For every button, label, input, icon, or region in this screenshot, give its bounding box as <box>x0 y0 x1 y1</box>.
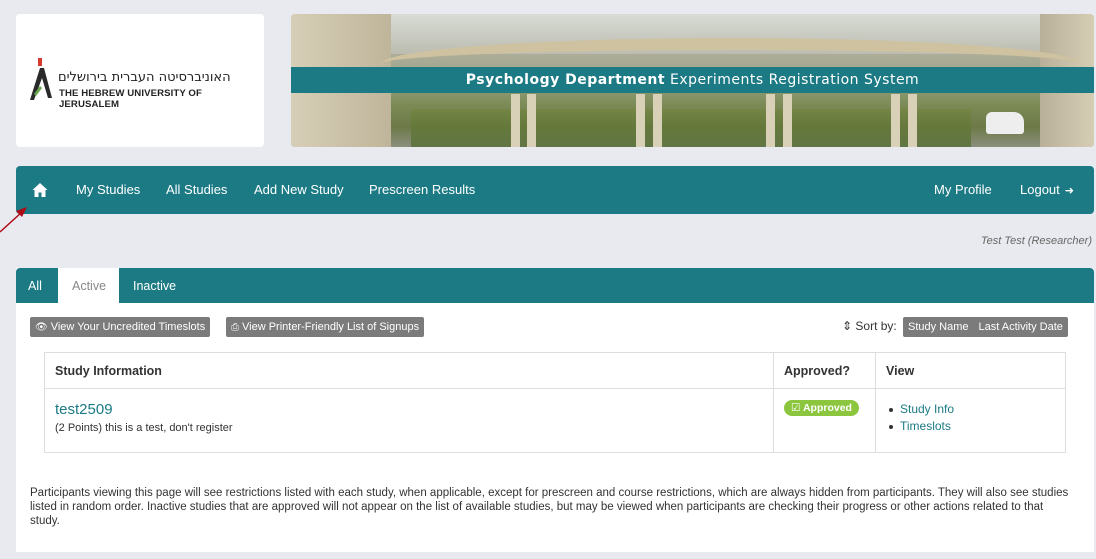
check-square-icon: ☑ <box>791 402 801 414</box>
sort-label-text: Sort by: <box>855 319 897 333</box>
approved-badge: ☑ Approved <box>784 400 859 416</box>
studies-tabs: All Active Inactive <box>16 268 1094 303</box>
restrictions-note: Participants viewing this page will see … <box>30 487 1069 527</box>
study-name-link[interactable]: test2509 <box>55 401 763 418</box>
logo-mark-icon <box>30 58 52 100</box>
uncredited-label: View Your Uncredited Timeslots <box>50 321 206 333</box>
nav-logout[interactable]: Logout ➜ <box>1020 166 1074 214</box>
nav-prescreen-results[interactable]: Prescreen Results <box>369 166 475 214</box>
nav-add-new-study[interactable]: Add New Study <box>254 166 344 214</box>
current-user: Test Test (Researcher) <box>980 235 1092 247</box>
studies-table: Study Information Approved? View test250… <box>44 352 1066 453</box>
nav-my-profile[interactable]: My Profile <box>934 166 992 214</box>
sort-button-group: Study Name Last Activity Date <box>903 317 1068 337</box>
tab-all[interactable]: All <box>28 268 42 303</box>
studies-panel: All Active Inactive 👁 View Your Uncredite… <box>16 268 1094 552</box>
main-navbar: My Studies All Studies Add New Study Pre… <box>16 166 1094 214</box>
header-approved: Approved? <box>773 352 876 389</box>
annotation-arrow <box>0 207 27 233</box>
study-description: (2 Points) this is a test, don't registe… <box>55 422 233 434</box>
university-logo: האוניברסיטה העברית בירושלים THE HEBREW U… <box>16 14 264 147</box>
logo-hebrew-text: האוניברסיטה העברית בירושלים <box>58 70 231 85</box>
eye-icon: 👁 <box>35 322 48 333</box>
sort-last-activity-button[interactable]: Last Activity Date <box>974 317 1068 337</box>
approved-cell: ☑ Approved <box>773 388 876 453</box>
system-title: Psychology Department Experiments Regist… <box>291 67 1094 93</box>
sort-study-name-button[interactable]: Study Name <box>903 317 974 337</box>
view-cell: Study Info Timeslots <box>875 388 1066 453</box>
table-header-row: Study Information Approved? View <box>44 352 1066 389</box>
home-icon[interactable] <box>32 182 48 198</box>
print-icon: ⎙ <box>231 322 239 333</box>
sort-icon: ⇕ <box>842 319 853 333</box>
study-info-link[interactable]: Study Info <box>889 401 1055 418</box>
study-info-cell: test2509 (2 Points) this is a test, don'… <box>44 388 774 453</box>
table-row: test2509 (2 Points) this is a test, don'… <box>44 388 1066 453</box>
system-title-rest: Experiments Registration System <box>665 72 920 88</box>
tab-active[interactable]: Active <box>58 268 120 303</box>
header-study-information: Study Information <box>44 352 774 389</box>
timeslots-link[interactable]: Timeslots <box>889 418 1055 435</box>
system-title-bold: Psychology Department <box>465 72 666 88</box>
view-uncredited-timeslots-button[interactable]: 👁 View Your Uncredited Timeslots <box>30 317 211 337</box>
approved-badge-label: Approved <box>802 402 852 414</box>
view-links-list: Study Info Timeslots <box>886 401 1055 435</box>
sort-by-label: ⇕ Sort by: <box>842 319 897 333</box>
logout-icon: ➜ <box>1064 185 1074 197</box>
nav-my-studies[interactable]: My Studies <box>76 166 140 214</box>
nav-logout-label: Logout <box>1020 182 1060 197</box>
view-printer-friendly-button[interactable]: ⎙ View Printer-Friendly List of Signups <box>226 317 425 337</box>
tab-inactive[interactable]: Inactive <box>133 268 176 303</box>
header-view: View <box>875 352 1066 389</box>
logo-english-text: THE HEBREW UNIVERSITY OF JERUSALEM <box>59 88 202 110</box>
nav-all-studies[interactable]: All Studies <box>166 166 227 214</box>
printer-label: View Printer-Friendly List of Signups <box>242 321 420 333</box>
